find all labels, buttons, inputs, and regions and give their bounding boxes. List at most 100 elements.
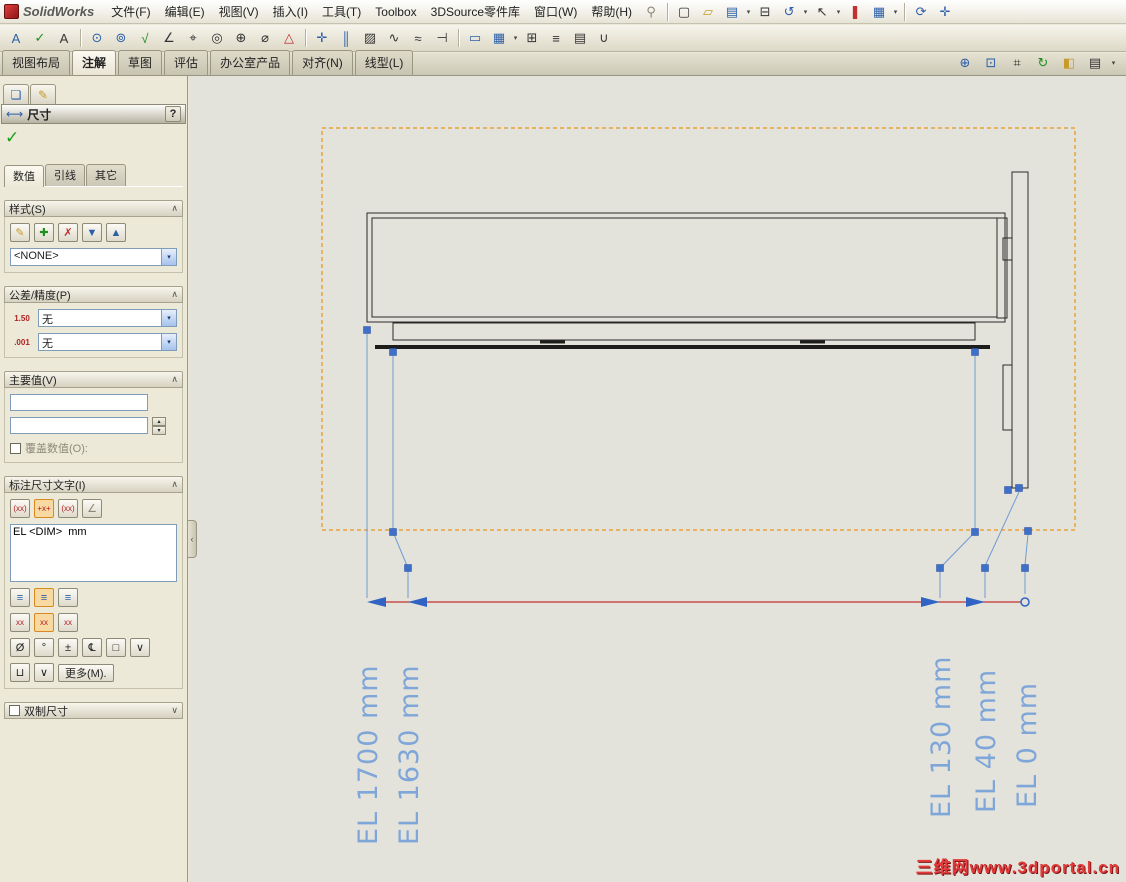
precision-combobox[interactable]: 无 ▾ [38, 333, 177, 351]
new-document-button[interactable]: ▢ [673, 2, 695, 22]
elevation-dimension-label[interactable]: EL 1630 mm [394, 615, 425, 845]
centerline-icon[interactable]: ║ [335, 28, 357, 48]
style-group-header[interactable]: 样式(S) ∧ [4, 200, 183, 217]
tab-annotation[interactable]: 注解 [72, 50, 117, 75]
chevron-down-icon[interactable]: ▾ [161, 334, 176, 350]
viewbar-dropdown-arrow[interactable]: ▾ [1109, 59, 1118, 67]
tab-view-layout[interactable]: 视图布局 [2, 50, 71, 75]
elevation-dimension-label[interactable]: EL 130 mm [926, 618, 957, 818]
tolerance-group-header[interactable]: 公差/精度(P) ∧ [4, 286, 183, 303]
zoom-to-area-icon[interactable]: ⊡ [980, 54, 1002, 72]
elevation-dimension-label[interactable]: EL 0 mm [1012, 608, 1043, 808]
hole-callout-icon[interactable]: ⌀ [254, 28, 276, 48]
table-icon[interactable]: ▦ [488, 28, 510, 48]
weld-symbol-icon[interactable]: ∠ [158, 28, 180, 48]
help-button[interactable]: ? [165, 106, 181, 122]
tab-align[interactable]: 对齐(N) [292, 50, 353, 75]
auto-balloon-icon[interactable]: ⊚ [110, 28, 132, 48]
area-hatch-icon[interactable]: ▨ [359, 28, 381, 48]
style-combobox[interactable]: <NONE> ▾ [10, 248, 177, 266]
spin-down-icon[interactable]: ▾ [152, 426, 166, 435]
primary-value-group-header[interactable]: 主要值(V) ∧ [4, 371, 183, 388]
dimension-name-field[interactable] [10, 394, 148, 411]
align-right-button[interactable]: ≡ [58, 588, 78, 607]
load-style-button[interactable]: ▲ [106, 223, 126, 242]
dimension-value-field[interactable] [10, 417, 148, 434]
record-indicator-icon[interactable]: ❚ [844, 2, 866, 22]
hole-table-icon[interactable]: ⊞ [521, 28, 543, 48]
ok-check-icon[interactable]: ✓ [5, 128, 19, 147]
note-icon[interactable]: A [5, 28, 27, 48]
save-button[interactable]: ▤ [721, 2, 743, 22]
menu-window[interactable]: 窗口(W) [527, 0, 584, 24]
dimension-text-area[interactable]: EL <DIM> mm [10, 524, 177, 582]
justify-top-button[interactable]: xx [10, 613, 30, 632]
center-mark-icon[interactable]: ✛ [311, 28, 333, 48]
end-treatment-icon[interactable]: ⊣ [431, 28, 453, 48]
degree-symbol-button[interactable]: ° [34, 638, 54, 657]
geometric-tolerance-icon[interactable]: ⌖ [182, 28, 204, 48]
pan-button[interactable]: ✛ [934, 2, 956, 22]
chevron-down-icon[interactable]: ▾ [161, 310, 176, 326]
save-dropdown-arrow[interactable]: ▾ [744, 8, 753, 16]
dimension-text-group-header[interactable]: 标注尺寸文字(I) ∧ [4, 476, 183, 493]
dual-parenthesis-button[interactable]: (xx) [58, 499, 78, 518]
revision-symbol-icon[interactable]: △ [278, 28, 300, 48]
plus-minus-symbol-button[interactable]: ± [58, 638, 78, 657]
tolerance-combobox[interactable]: 无 ▾ [38, 309, 177, 327]
align-left-button[interactable]: ≡ [10, 588, 30, 607]
centerline-symbol-button[interactable]: ℄ [82, 638, 102, 657]
delete-style-button[interactable]: ✗ [58, 223, 78, 242]
menu-help[interactable]: 帮助(H) [584, 0, 639, 24]
menu-file[interactable]: 文件(F) [104, 0, 157, 24]
tab-office-products[interactable]: 办公室产品 [210, 50, 291, 75]
view-display-icon[interactable]: ◧ [1058, 54, 1080, 72]
surface-finish-icon[interactable]: √ [134, 28, 156, 48]
search-icon[interactable]: ⚲ [640, 2, 662, 22]
add-parenthesis-button[interactable]: (xx) [10, 499, 30, 518]
spell-check-icon[interactable]: ✓ [29, 28, 51, 48]
display-settings-button[interactable]: ▦ [868, 2, 890, 22]
tab-evaluate[interactable]: 评估 [164, 50, 209, 75]
menu-tools[interactable]: 工具(T) [315, 0, 368, 24]
dual-dimension-checkbox[interactable] [9, 705, 20, 716]
block-icon[interactable]: ▭ [464, 28, 486, 48]
magnet-line-icon[interactable]: ∪ [593, 28, 615, 48]
leader-angle-button[interactable]: ∠ [82, 499, 102, 518]
menu-view[interactable]: 视图(V) [212, 0, 266, 24]
menu-3dsource[interactable]: 3DSource零件库 [424, 0, 527, 24]
select-cursor-button[interactable]: ↖ [811, 2, 833, 22]
rebuild-icon[interactable]: ↻ [1032, 54, 1054, 72]
tab-sketch[interactable]: 草图 [118, 50, 163, 75]
countersink-symbol-button[interactable]: ∨ [34, 663, 54, 682]
custom-properties-tab-icon[interactable]: ✎ [30, 84, 56, 104]
text-note-icon[interactable]: A [53, 28, 75, 48]
add-style-button[interactable]: ✚ [34, 223, 54, 242]
open-button[interactable]: ▱ [697, 2, 719, 22]
sheet-icon[interactable]: ▤ [1084, 54, 1106, 72]
panel-splitter-handle[interactable]: ‹ [188, 520, 197, 558]
inspection-dimension-button[interactable]: +x+ [34, 499, 54, 518]
view-orientation-button[interactable]: ⟳ [910, 2, 932, 22]
propertymanager-tab-icon[interactable]: ❏ [3, 84, 29, 104]
drawing-graphics-area[interactable]: EL 1700 mm EL 1630 mm EL 130 mm EL 40 mm… [189, 76, 1126, 882]
align-center-button[interactable]: ≡ [34, 588, 54, 607]
justify-bottom-button[interactable]: xx [58, 613, 78, 632]
save-style-button[interactable]: ▼ [82, 223, 102, 242]
multi-jog-leader-icon[interactable]: ∿ [383, 28, 405, 48]
dual-dimension-header[interactable]: 双制尺寸 ∨ [4, 702, 183, 719]
counterbore-symbol-button[interactable]: ⊔ [10, 663, 30, 682]
chevron-down-icon[interactable]: ▾ [161, 249, 176, 265]
more-symbols-button[interactable]: 更多(M). [58, 663, 114, 682]
table-dropdown-arrow[interactable]: ▾ [511, 34, 520, 42]
select-dropdown-arrow[interactable]: ▾ [834, 8, 843, 16]
justify-middle-button[interactable]: xx [34, 613, 54, 632]
revision-table-icon[interactable]: ▤ [569, 28, 591, 48]
tab-line-format[interactable]: 线型(L) [354, 50, 414, 75]
bom-icon[interactable]: ≡ [545, 28, 567, 48]
tab-value[interactable]: 数值 [4, 165, 44, 187]
display-dropdown-arrow[interactable]: ▾ [891, 8, 900, 16]
zoom-to-fit-icon[interactable]: ⊕ [954, 54, 976, 72]
more-symbols-dropdown[interactable]: ∨ [130, 638, 150, 657]
elevation-dimension-label[interactable]: EL 40 mm [971, 613, 1002, 813]
